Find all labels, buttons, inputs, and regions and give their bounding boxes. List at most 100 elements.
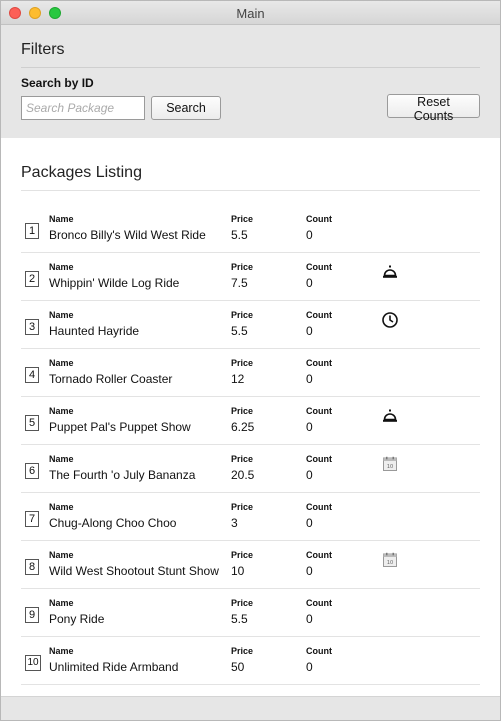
name-label: Name [49, 502, 74, 512]
name-label: Name [49, 550, 74, 560]
count-label: Count [306, 454, 332, 464]
name-label: Name [49, 358, 74, 368]
count-label: Count [306, 598, 332, 608]
count-label: Count [306, 646, 332, 656]
window-title: Main [236, 6, 265, 21]
package-price: 10 [231, 564, 245, 578]
packages-listing: Packages Listing 1 Name Bronco Billy's W… [1, 138, 500, 685]
service-bell-icon [381, 407, 399, 425]
price-label: Price [231, 262, 254, 272]
search-button[interactable]: Search [151, 96, 221, 120]
package-id: 6 [25, 463, 39, 479]
calendar-icon: 10 [381, 551, 399, 569]
package-row[interactable]: 10 Name Unlimited Ride Armband Price 50 … [21, 637, 480, 685]
package-row[interactable]: 6 Name The Fourth 'o July Bananza Price … [21, 445, 480, 493]
package-count: 0 [306, 516, 313, 530]
filters-heading: Filters [21, 41, 480, 68]
price-label: Price [231, 310, 254, 320]
price-label: Price [231, 406, 254, 416]
filters-panel: Filters Search by ID Search Reset Counts [1, 25, 500, 138]
package-price: 6.25 [231, 420, 255, 434]
package-row[interactable]: 1 Name Bronco Billy's Wild West Ride Pri… [21, 205, 480, 253]
price-label: Price [231, 646, 254, 656]
package-count: 0 [306, 324, 313, 338]
package-price: 5.5 [231, 324, 248, 338]
package-id: 9 [25, 607, 39, 623]
package-price: 20.5 [231, 468, 255, 482]
package-price: 3 [231, 516, 238, 530]
package-count: 0 [306, 372, 313, 386]
package-id: 5 [25, 415, 39, 431]
package-count: 0 [306, 468, 313, 482]
package-id: 8 [25, 559, 39, 575]
package-price: 5.5 [231, 228, 248, 242]
count-label: Count [306, 358, 332, 368]
package-price: 50 [231, 660, 245, 674]
name-label: Name [49, 262, 74, 272]
package-count: 0 [306, 228, 313, 242]
search-label: Search by ID [21, 76, 94, 90]
package-name: Bronco Billy's Wild West Ride [49, 228, 206, 242]
reset-counts-button[interactable]: Reset Counts [387, 94, 480, 123]
package-id: 2 [25, 271, 39, 287]
package-count: 0 [306, 276, 313, 290]
name-label: Name [49, 598, 74, 608]
package-row[interactable]: 9 Name Pony Ride Price 5.5 Count 0 [21, 589, 480, 637]
name-label: Name [49, 310, 74, 320]
svg-text:10: 10 [387, 560, 393, 566]
package-count: 0 [306, 420, 313, 434]
package-name: Unlimited Ride Armband [49, 660, 179, 674]
package-id: 10 [25, 655, 41, 671]
package-count: 0 [306, 564, 313, 578]
price-label: Price [231, 598, 254, 608]
price-label: Price [231, 502, 254, 512]
package-name: Puppet Pal's Puppet Show [49, 420, 191, 434]
count-label: Count [306, 262, 332, 272]
package-id: 7 [25, 511, 39, 527]
package-row[interactable]: 8 Name Wild West Shootout Stunt Show Pri… [21, 541, 480, 589]
main-window: Main Filters Search by ID Search Reset C… [0, 0, 501, 721]
package-list: 1 Name Bronco Billy's Wild West Ride Pri… [21, 205, 480, 685]
price-label: Price [231, 550, 254, 560]
name-label: Name [49, 646, 74, 656]
svg-text:10: 10 [387, 464, 393, 470]
calendar-icon: 10 [381, 455, 399, 473]
package-name: Haunted Hayride [49, 324, 140, 338]
package-name: Tornado Roller Coaster [49, 372, 173, 386]
service-bell-icon [381, 263, 399, 281]
count-label: Count [306, 214, 332, 224]
package-id: 1 [25, 223, 39, 239]
search-input[interactable] [21, 96, 145, 120]
package-row[interactable]: 5 Name Puppet Pal's Puppet Show Price 6.… [21, 397, 480, 445]
package-row[interactable]: 7 Name Chug-Along Choo Choo Price 3 Coun… [21, 493, 480, 541]
package-row[interactable]: 3 Name Haunted Hayride Price 5.5 Count 0 [21, 301, 480, 349]
price-label: Price [231, 358, 254, 368]
package-name: Whippin' Wilde Log Ride [49, 276, 180, 290]
package-count: 0 [306, 612, 313, 626]
clock-icon [381, 311, 399, 329]
package-name: The Fourth 'o July Bananza [49, 468, 196, 482]
count-label: Count [306, 502, 332, 512]
price-label: Price [231, 214, 254, 224]
package-id: 4 [25, 367, 39, 383]
title-bar[interactable]: Main [1, 1, 500, 25]
package-name: Pony Ride [49, 612, 105, 626]
count-label: Count [306, 310, 332, 320]
package-price: 7.5 [231, 276, 248, 290]
package-id: 3 [25, 319, 39, 335]
name-label: Name [49, 214, 74, 224]
package-row[interactable]: 4 Name Tornado Roller Coaster Price 12 C… [21, 349, 480, 397]
name-label: Name [49, 454, 74, 464]
count-label: Count [306, 406, 332, 416]
package-price: 5.5 [231, 612, 248, 626]
name-label: Name [49, 406, 74, 416]
listing-heading: Packages Listing [21, 164, 480, 191]
package-count: 0 [306, 660, 313, 674]
count-label: Count [306, 550, 332, 560]
price-label: Price [231, 454, 254, 464]
package-price: 12 [231, 372, 245, 386]
package-name: Wild West Shootout Stunt Show [49, 564, 219, 578]
status-bar [1, 696, 500, 720]
package-row[interactable]: 2 Name Whippin' Wilde Log Ride Price 7.5… [21, 253, 480, 301]
package-name: Chug-Along Choo Choo [49, 516, 177, 530]
